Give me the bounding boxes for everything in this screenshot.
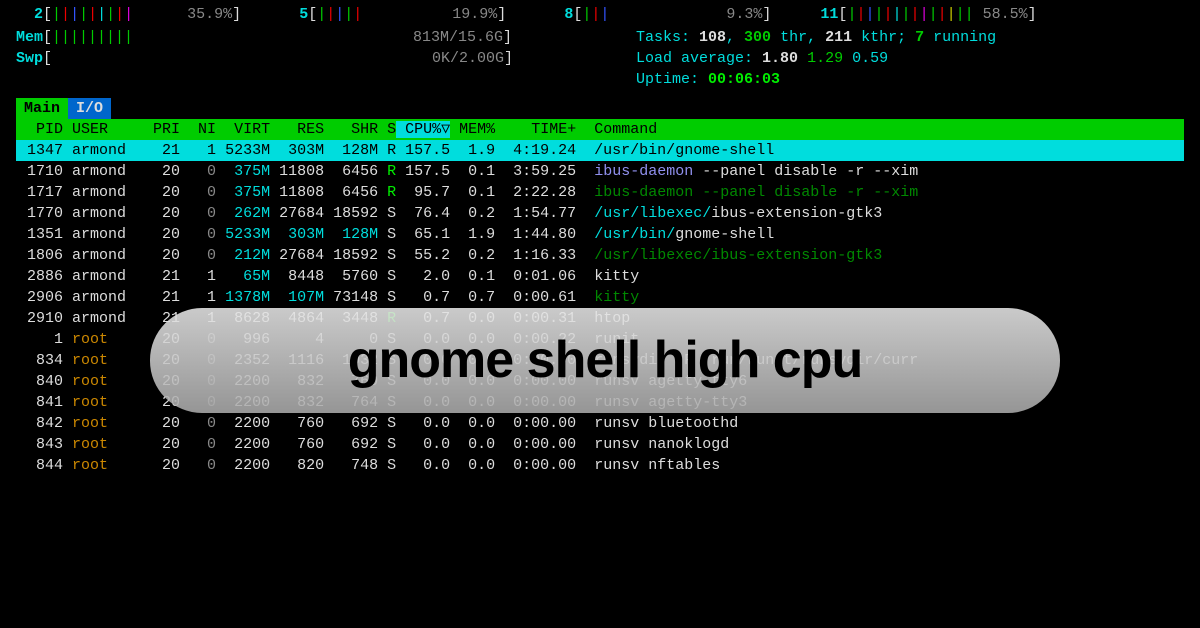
col-virt[interactable]: VIRT bbox=[216, 121, 270, 138]
uptime-line: Uptime: 00:06:03 bbox=[636, 69, 996, 90]
process-row[interactable]: 2910 armond 21 1 8628 4864 3448 R 0.7 0.… bbox=[16, 308, 1184, 329]
mem-meter: Mem[|||||||||813M/15.6G] bbox=[16, 27, 616, 48]
process-row[interactable]: 1347 armond 21 1 5233M 303M 128M R 157.5… bbox=[16, 140, 1184, 161]
htop-screen[interactable]: 2[|||||||||35.9%] 5[|||||19.9%] 8[|||9.3… bbox=[0, 0, 1200, 628]
col-shr[interactable]: SHR bbox=[324, 121, 378, 138]
process-row[interactable]: 841 root 20 0 2200 832 764 S 0.0 0.0 0:0… bbox=[16, 392, 1184, 413]
mem-swp-row: Mem[|||||||||813M/15.6G] Swp[0K/2.00G] T… bbox=[16, 27, 1184, 90]
tab-main[interactable]: Main bbox=[16, 98, 68, 119]
col-pid[interactable]: PID bbox=[18, 121, 63, 138]
cpu-meter-11: 11[||||||||||||||58.5%] bbox=[811, 4, 1036, 25]
process-row[interactable]: 2886 armond 21 1 65M 8448 5760 S 2.0 0.1… bbox=[16, 266, 1184, 287]
process-row[interactable]: 1351 armond 20 0 5233M 303M 128M S 65.1 … bbox=[16, 224, 1184, 245]
mem-bars: ||||||||| bbox=[52, 29, 133, 46]
col-cpu[interactable]: CPU%▽ bbox=[396, 121, 450, 138]
process-row[interactable]: 844 root 20 0 2200 820 748 S 0.0 0.0 0:0… bbox=[16, 455, 1184, 476]
process-row[interactable]: 1710 armond 20 0 375M 11808 6456 R 157.5… bbox=[16, 161, 1184, 182]
cpu-meter-8: 8[|||9.3%] bbox=[546, 4, 771, 25]
tab-bar: MainI/O bbox=[16, 98, 1184, 119]
load-line: Load average: 1.80 1.29 0.59 bbox=[636, 48, 996, 69]
col-res[interactable]: RES bbox=[270, 121, 324, 138]
cpu-meter-2: 2[|||||||||35.9%] bbox=[16, 4, 241, 25]
col-ni[interactable]: NI bbox=[180, 121, 216, 138]
process-row[interactable]: 1 root 20 0 996 4 0 S 0.0 0.0 0:00.22 ru… bbox=[16, 329, 1184, 350]
col-pri[interactable]: PRI bbox=[144, 121, 180, 138]
process-row[interactable]: 1806 armond 20 0 212M 27684 18592 S 55.2… bbox=[16, 245, 1184, 266]
swp-meter: Swp[0K/2.00G] bbox=[16, 48, 616, 69]
process-row[interactable]: 1717 armond 20 0 375M 11808 6456 R 95.7 … bbox=[16, 182, 1184, 203]
tab-i-o[interactable]: I/O bbox=[68, 98, 111, 119]
col-command[interactable]: Command bbox=[576, 121, 954, 138]
process-row[interactable]: 834 root 20 0 2352 1116 1032 S 0.0 0.0 0… bbox=[16, 350, 1184, 371]
tasks-line: Tasks: 108, 300 thr, 211 kthr; 7 running bbox=[636, 27, 996, 48]
col-time+[interactable]: TIME+ bbox=[495, 121, 576, 138]
meters-area: 2[|||||||||35.9%] 5[|||||19.9%] 8[|||9.3… bbox=[16, 4, 1184, 90]
col-mem%[interactable]: MEM% bbox=[450, 121, 495, 138]
process-row[interactable]: 840 root 20 0 2200 832 760 S 0.0 0.0 0:0… bbox=[16, 371, 1184, 392]
process-row[interactable]: 843 root 20 0 2200 760 692 S 0.0 0.0 0:0… bbox=[16, 434, 1184, 455]
column-headers[interactable]: PID USER PRI NI VIRT RES SHR S CPU%▽ MEM… bbox=[16, 119, 1184, 140]
col-user[interactable]: USER bbox=[63, 121, 144, 138]
stats-column: Tasks: 108, 300 thr, 211 kthr; 7 running… bbox=[636, 27, 996, 90]
process-row[interactable]: 842 root 20 0 2200 760 692 S 0.0 0.0 0:0… bbox=[16, 413, 1184, 434]
cpu-row: 2[|||||||||35.9%] 5[|||||19.9%] 8[|||9.3… bbox=[16, 4, 1184, 25]
process-list[interactable]: 1347 armond 21 1 5233M 303M 128M R 157.5… bbox=[16, 140, 1184, 476]
process-row[interactable]: 1770 armond 20 0 262M 27684 18592 S 76.4… bbox=[16, 203, 1184, 224]
cpu-meter-5: 5[|||||19.9%] bbox=[281, 4, 506, 25]
col-s[interactable]: S bbox=[378, 121, 396, 138]
process-row[interactable]: 2906 armond 21 1 1378M 107M 73148 S 0.7 … bbox=[16, 287, 1184, 308]
